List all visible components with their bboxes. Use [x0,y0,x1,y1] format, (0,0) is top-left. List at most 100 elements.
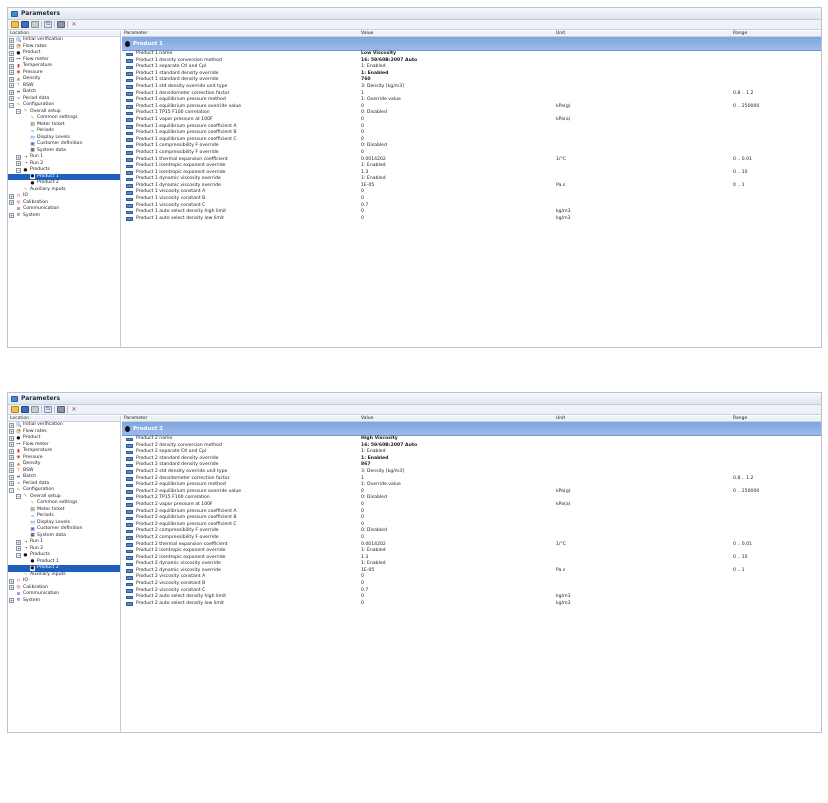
parameter-row[interactable]: Product 1 compressibility F override 0: D… [122,143,821,150]
parameter-row[interactable]: Product 1 viscosity constant B 0 [122,196,821,203]
parameter-value[interactable]: 867 [361,462,371,469]
column-header-unit[interactable]: Unit [556,416,565,422]
save-icon[interactable] [21,406,29,413]
parameter-value[interactable]: 0 [361,130,364,137]
parameter-value[interactable]: 3: Density [kg/m3] [361,469,404,476]
parameter-row[interactable]: Product 1 equilibrium pressure method 1: … [122,97,821,104]
expand-icon[interactable]: + [9,76,14,82]
expand-icon[interactable]: + [9,461,14,467]
parameter-row[interactable]: Product 2 dynamic viscosity override 1: E… [122,561,821,568]
parameter-value[interactable]: 0 [361,535,364,542]
expand-icon[interactable]: + [16,154,21,160]
parameter-value[interactable]: 1: Enabled [361,548,386,555]
collapse-icon[interactable]: − [9,102,14,108]
parameter-row[interactable]: Product 2 compressibility F override 0 [122,535,821,542]
parameter-row[interactable]: Product 2 viscosity constant B 0 [122,581,821,588]
parameter-row[interactable]: Product 1 viscosity constant C 0.7 [122,203,821,210]
save-icon[interactable] [21,21,29,28]
parameter-value[interactable]: 3: Density [kg/m3] [361,84,404,91]
parameter-value[interactable]: 0: Disabled [361,528,387,535]
parameter-row[interactable]: Product 1 dynamic viscosity override 1E-0… [122,183,821,190]
parameter-row[interactable]: Product 2 equilibrium pressure override … [122,489,821,496]
expand-icon[interactable]: + [9,578,14,584]
parameter-row[interactable]: Product 1 vapor pressure at 100F 0 kPa(a) [122,117,821,124]
parameter-value[interactable]: High Viscosity [361,436,398,443]
expand-icon[interactable]: + [9,50,14,56]
parameter-row[interactable]: Product 2 thermal expansion coefficient 0… [122,542,821,549]
tree-item[interactable]: + ✲ System [8,598,120,605]
parameter-value[interactable]: 1: Override value [361,97,401,104]
column-header-range[interactable]: Range [733,31,747,37]
print-icon[interactable] [31,406,39,413]
column-header-unit[interactable]: Unit [556,31,565,37]
parameter-row[interactable]: Product 1 equilibrium pressure coefficie… [122,137,821,144]
parameter-row[interactable]: Product 2 name High Viscosity [122,436,821,443]
parameter-value[interactable]: 1: Enabled [361,64,386,71]
expand-icon[interactable]: + [9,70,14,76]
compare-icon[interactable]: ⇆ [44,406,52,413]
columns-icon[interactable] [57,21,65,28]
parameter-row[interactable]: Product 1 TP15 F100 correlation 0: Disabl… [122,110,821,117]
parameter-value[interactable]: 760 [361,77,371,84]
parameter-row[interactable]: Product 1 thermal expansion coefficient 0… [122,157,821,164]
column-header-value[interactable]: Value [361,416,373,422]
expand-icon[interactable]: + [9,37,14,43]
parameter-row[interactable]: Product 1 isentropic exponent override 1.… [122,170,821,177]
column-header-parameter[interactable]: Parameter [124,31,147,37]
parameter-value[interactable]: 0 [361,196,364,203]
parameter-value[interactable]: 0 [361,117,364,124]
parameter-value[interactable]: 1: Enabled [361,176,386,183]
parameter-row[interactable]: Product 2 equilibrium pressure coefficie… [122,522,821,529]
expand-icon[interactable]: + [9,44,14,50]
expand-icon[interactable]: + [16,546,21,552]
parameter-row[interactable]: Product 1 standard density override 1: En… [122,71,821,78]
collapse-icon[interactable]: − [16,494,21,500]
tree-item[interactable]: + ✲ System [8,213,120,220]
compare-icon[interactable]: ⇆ [44,21,52,28]
parameter-value[interactable]: 0 [361,581,364,588]
expand-icon[interactable]: + [9,57,14,63]
parameter-value[interactable]: 0 [361,601,364,608]
expand-icon[interactable]: + [9,429,14,435]
parameter-value[interactable]: 0: Disabled [361,143,387,150]
parameter-row[interactable]: Product 2 auto select density low limit 0… [122,601,821,608]
expand-icon[interactable]: + [9,455,14,461]
expand-icon[interactable]: + [9,200,14,206]
parameter-row[interactable]: Product 2 dynamic viscosity override 1E-0… [122,568,821,575]
parameter-row[interactable]: Product 2 equilibrium pressure method 1: … [122,482,821,489]
collapse-icon[interactable]: − [9,487,14,493]
parameter-row[interactable]: Product 2 viscosity constant C 0.7 [122,588,821,595]
expand-icon[interactable]: + [16,539,21,545]
collapse-icon[interactable]: − [16,552,21,558]
expand-icon[interactable]: + [9,63,14,69]
parameter-row[interactable]: Product 2 compressibility F override 0: D… [122,528,821,535]
collapse-icon[interactable]: − [16,109,21,115]
parameter-value[interactable]: 0 [361,502,364,509]
parameter-value[interactable]: 0: Disabled [361,110,387,117]
parameter-value[interactable]: 0 [361,209,364,216]
parameter-row[interactable]: Product 1 isentropic exponent override 1:… [122,163,821,170]
expand-icon[interactable]: + [9,435,14,441]
column-header-parameter[interactable]: Parameter [124,416,147,422]
expand-icon[interactable]: + [9,442,14,448]
parameter-row[interactable]: Product 1 auto select density low limit 0… [122,216,821,223]
parameter-row[interactable]: Product 1 standard density override 760 [122,77,821,84]
parameter-row[interactable]: Product 1 auto select density high limit… [122,209,821,216]
expand-icon[interactable]: + [9,481,14,487]
parameter-value[interactable]: 0: Disabled [361,495,387,502]
expand-icon[interactable]: + [9,89,14,95]
parameter-value[interactable]: 1: Enabled [361,449,386,456]
expand-icon[interactable]: + [9,193,14,199]
expand-icon[interactable]: + [9,213,14,219]
collapse-icon[interactable]: − [16,167,21,173]
expand-icon[interactable]: + [9,422,14,428]
expand-icon[interactable]: + [9,96,14,102]
parameter-row[interactable]: Product 1 separate Ctl and Cpl 1: Enabled [122,64,821,71]
parameter-row[interactable]: Product 1 std density override unit type… [122,84,821,91]
parameter-value[interactable]: 0 [361,594,364,601]
expand-icon[interactable]: + [9,585,14,591]
parameter-row[interactable]: Product 1 density conversion method 16: 5… [122,58,821,65]
parameter-row[interactable]: Product 2 vapor pressure at 100F 0 kPa(a) [122,502,821,509]
parameter-row[interactable]: Product 1 viscosity constant A0 [122,189,821,196]
parameter-row[interactable]: Product 2 isentropic exponent override 1.… [122,555,821,562]
